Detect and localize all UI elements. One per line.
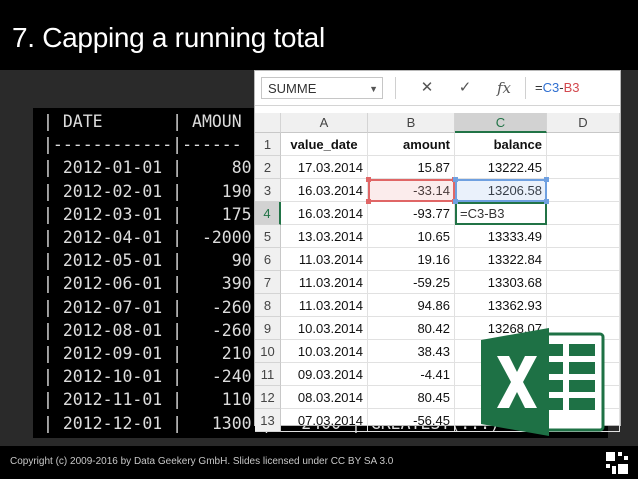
- terminal-line: | 2012-09-01 | 210: [43, 344, 252, 363]
- empty-cell[interactable]: [547, 294, 620, 317]
- selection-handle[interactable]: [544, 199, 549, 204]
- column-header-c[interactable]: C: [455, 113, 547, 133]
- column-header-d[interactable]: D: [547, 113, 620, 133]
- amount-cell[interactable]: -4.41: [368, 363, 455, 386]
- amount-cell[interactable]: -59.25: [368, 271, 455, 294]
- row-header[interactable]: 11: [255, 363, 281, 386]
- excel-logo-icon: [481, 328, 605, 436]
- amount-cell[interactable]: 19.16: [368, 248, 455, 271]
- formula-ref-b3: B3: [563, 80, 580, 95]
- cancel-icon[interactable]: ✕: [415, 77, 439, 99]
- empty-cell[interactable]: [547, 271, 620, 294]
- selection-handle[interactable]: [453, 177, 458, 182]
- amount-cell[interactable]: 80.45: [368, 386, 455, 409]
- name-box[interactable]: SUMME ▼: [261, 77, 383, 99]
- terminal-line: | DATE | AMOUN: [43, 112, 242, 131]
- amount-cell[interactable]: -56.45: [368, 409, 455, 432]
- terminal-line: | 2012-04-01 | -2000: [43, 228, 252, 247]
- row-header[interactable]: 3: [255, 179, 281, 202]
- selection-handle[interactable]: [544, 177, 549, 182]
- terminal-line: | 2012-10-01 | -240: [43, 367, 252, 387]
- date-cell[interactable]: 16.03.2014: [281, 179, 368, 202]
- column-header-a[interactable]: A: [281, 113, 368, 133]
- date-cell[interactable]: 10.03.2014: [281, 317, 368, 340]
- data-geekery-logo-icon: [606, 452, 628, 474]
- empty-cell[interactable]: [547, 156, 620, 179]
- formula-ref-c3: C3: [542, 80, 560, 95]
- row-header[interactable]: 7: [255, 271, 281, 294]
- amount-cell[interactable]: 38.43: [368, 340, 455, 363]
- date-cell[interactable]: 11.03.2014: [281, 294, 368, 317]
- date-cell[interactable]: 11.03.2014: [281, 248, 368, 271]
- formula-bar: SUMME ▼ ✕ ✓ fx =C3-B3: [255, 71, 620, 106]
- date-cell[interactable]: 09.03.2014: [281, 363, 368, 386]
- header-cell[interactable]: amount: [368, 133, 455, 156]
- name-box-value: SUMME: [268, 81, 317, 96]
- formula-bar-divider: [395, 77, 396, 99]
- balance-cell[interactable]: 13362.93: [455, 294, 547, 317]
- terminal-line: | 2012-01-01 | 80: [43, 158, 252, 178]
- empty-cell[interactable]: [547, 179, 620, 202]
- amount-cell[interactable]: 94.86: [368, 294, 455, 317]
- date-cell[interactable]: 11.03.2014: [281, 271, 368, 294]
- terminal-line: | 2012-06-01 | 390: [43, 274, 252, 294]
- selection-handle[interactable]: [453, 199, 458, 204]
- amount-cell[interactable]: 80.42: [368, 317, 455, 340]
- date-cell[interactable]: 13.03.2014: [281, 225, 368, 248]
- empty-cell[interactable]: [547, 248, 620, 271]
- slide-title: 7. Capping a running total: [12, 22, 325, 53]
- selection-handle[interactable]: [366, 177, 371, 182]
- row-header[interactable]: 4: [255, 202, 281, 225]
- amount-cell[interactable]: 10.65: [368, 225, 455, 248]
- balance-cell[interactable]: 13322.84: [455, 248, 547, 271]
- date-cell[interactable]: 16.03.2014: [281, 202, 368, 225]
- formula-bar-divider: [525, 77, 526, 99]
- slide-footer: Copyright (c) 2009-2016 by Data Geekery …: [0, 446, 638, 479]
- terminal-line: | 2012-02-01 | 190: [43, 181, 252, 201]
- row-header[interactable]: 2: [255, 156, 281, 179]
- date-cell[interactable]: 17.03.2014: [281, 156, 368, 179]
- terminal-line: | 2012-03-01 | 175: [43, 204, 252, 224]
- reference-highlight-b3: [368, 179, 455, 202]
- row-header[interactable]: 12: [255, 386, 281, 409]
- row-header[interactable]: 5: [255, 225, 281, 248]
- row-header[interactable]: 8: [255, 294, 281, 317]
- formula-prefix: =: [535, 80, 543, 95]
- empty-cell[interactable]: [547, 133, 620, 156]
- row-header[interactable]: 9: [255, 317, 281, 340]
- row-header[interactable]: 13: [255, 409, 281, 432]
- balance-cell[interactable]: 13222.45: [455, 156, 547, 179]
- row-header[interactable]: 1: [255, 133, 281, 156]
- row-header[interactable]: 6: [255, 248, 281, 271]
- select-all-corner[interactable]: [255, 113, 281, 133]
- header-cell[interactable]: balance: [455, 133, 547, 156]
- amount-cell[interactable]: -93.77: [368, 202, 455, 225]
- insert-function-icon[interactable]: fx: [491, 77, 517, 99]
- terminal-line: | 2012-08-01 | -260: [43, 320, 252, 340]
- formula-input[interactable]: =C3-B3: [531, 77, 619, 99]
- balance-cell[interactable]: 13333.49: [455, 225, 547, 248]
- date-cell[interactable]: 10.03.2014: [281, 340, 368, 363]
- empty-cell[interactable]: [547, 225, 620, 248]
- terminal-line: | 2012-07-01 | -260: [43, 297, 252, 317]
- enter-icon[interactable]: ✓: [453, 77, 477, 99]
- selection-handle[interactable]: [366, 199, 371, 204]
- chevron-down-icon[interactable]: ▼: [369, 78, 378, 100]
- terminal-line: |------------|------: [43, 135, 242, 155]
- row-header[interactable]: 10: [255, 340, 281, 363]
- reference-highlight-c3: [455, 179, 547, 202]
- balance-cell[interactable]: 13303.68: [455, 271, 547, 294]
- slide-title-bar: 7. Capping a running total: [0, 0, 638, 70]
- amount-cell[interactable]: 15.87: [368, 156, 455, 179]
- header-cell[interactable]: value_date: [281, 133, 368, 156]
- column-header-b[interactable]: B: [368, 113, 455, 133]
- date-cell[interactable]: 07.03.2014: [281, 409, 368, 432]
- terminal-line: | 2012-11-01 | 110: [43, 390, 252, 410]
- empty-cell[interactable]: [547, 202, 620, 225]
- date-cell[interactable]: 08.03.2014: [281, 386, 368, 409]
- terminal-line: | 2012-05-01 | 90: [43, 251, 252, 271]
- copyright-text: Copyright (c) 2009-2016 by Data Geekery …: [10, 456, 394, 467]
- active-cell-editor[interactable]: =C3-B3: [455, 202, 547, 225]
